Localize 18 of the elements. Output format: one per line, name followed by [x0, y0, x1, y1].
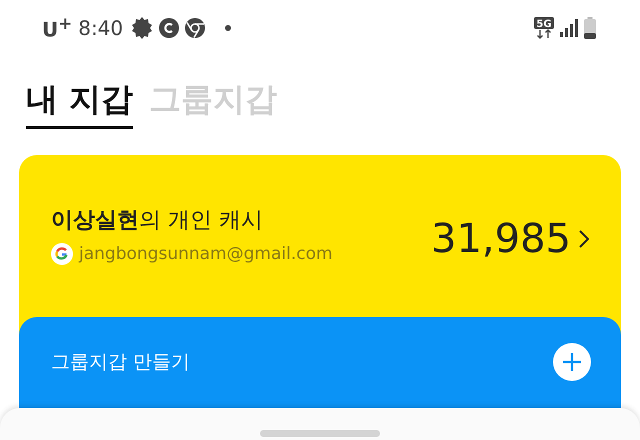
browser-icon: [185, 18, 206, 38]
wallet-title: 이상실현의 개인 캐시: [51, 207, 264, 235]
plus-icon: [562, 352, 582, 372]
signal-icon: [560, 19, 578, 37]
balance-link[interactable]: 31,985: [431, 209, 589, 269]
account-email: jangbongsunnam@gmail.com: [79, 244, 333, 264]
c-circle-icon: [159, 18, 180, 38]
add-button[interactable]: [553, 343, 591, 381]
dot-icon: [225, 25, 232, 31]
clock: 8:40: [78, 16, 124, 40]
group-card-label: 그룹지갑 만들기: [51, 350, 190, 375]
battery-icon: [584, 17, 596, 39]
google-icon: [51, 243, 73, 265]
chevron-icon: [579, 230, 589, 248]
sheet-handle[interactable]: [260, 430, 380, 437]
wallet-tab[interactable]: 내 지갑: [26, 78, 134, 129]
carrier-label: U$^{+}$: [42, 14, 72, 42]
badge-icon: [131, 17, 154, 39]
